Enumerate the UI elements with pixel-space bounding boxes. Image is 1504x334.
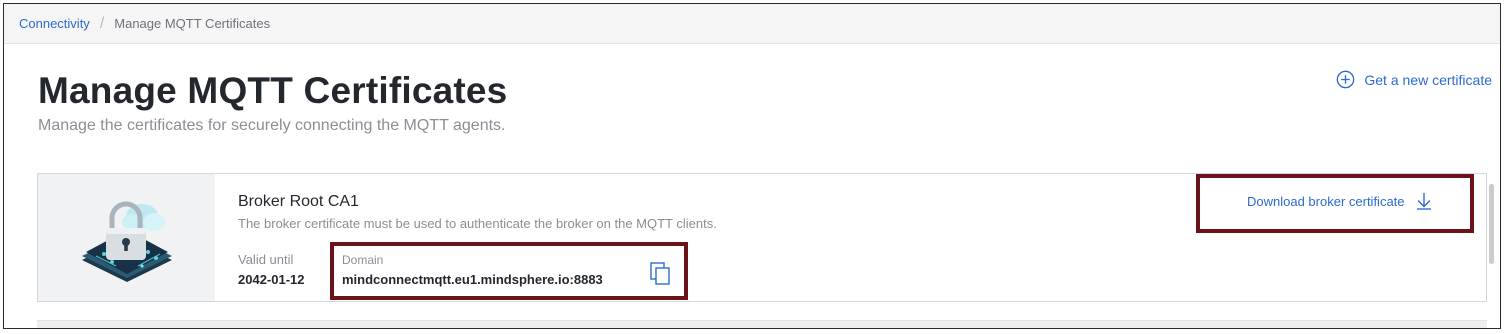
download-broker-certificate-label: Download broker certificate: [1247, 193, 1405, 209]
download-highlight: Download broker certificate: [1196, 174, 1474, 233]
breadcrumb-current: Manage MQTT Certificates: [114, 16, 271, 31]
certificate-illustration: [38, 174, 215, 301]
page-subtitle: Manage the certificates for securely con…: [38, 117, 506, 134]
domain-label: Domain: [342, 253, 384, 267]
breadcrumb: Connectivity / Manage MQTT Certificates: [4, 4, 1500, 44]
padlock-cloud-icon: [81, 201, 172, 282]
copy-icon[interactable]: [650, 262, 672, 286]
page-title: Manage MQTT Certificates: [38, 70, 508, 111]
download-icon: [1416, 193, 1431, 210]
breadcrumb-link-connectivity[interactable]: Connectivity: [19, 16, 90, 31]
download-broker-certificate-button[interactable]: Download broker certificate: [1247, 192, 1433, 210]
domain-field: Domain mindconnectmqtt.eu1.mindsphere.io…: [330, 242, 688, 300]
valid-until-value: 2042-01-12: [238, 272, 305, 287]
app-window: Connectivity / Manage MQTT Certificates …: [3, 3, 1501, 329]
plus-circle-icon: [1337, 70, 1355, 89]
get-new-certificate-label: Get a new certificate: [1364, 71, 1492, 88]
get-new-certificate-button[interactable]: Get a new certificate: [1336, 70, 1492, 89]
valid-until-label: Valid until: [238, 252, 294, 267]
certificate-title: Broker Root CA1: [238, 193, 359, 210]
scrollbar-thumb[interactable]: [1489, 184, 1494, 264]
next-certificate-card-edge: [37, 320, 1487, 328]
certificate-card: Broker Root CA1 The broker certificate m…: [37, 173, 1487, 302]
domain-value: mindconnectmqtt.eu1.mindsphere.io:8883: [342, 272, 603, 287]
certificate-description: The broker certificate must be used to a…: [238, 216, 717, 231]
breadcrumb-separator: /: [99, 14, 105, 32]
